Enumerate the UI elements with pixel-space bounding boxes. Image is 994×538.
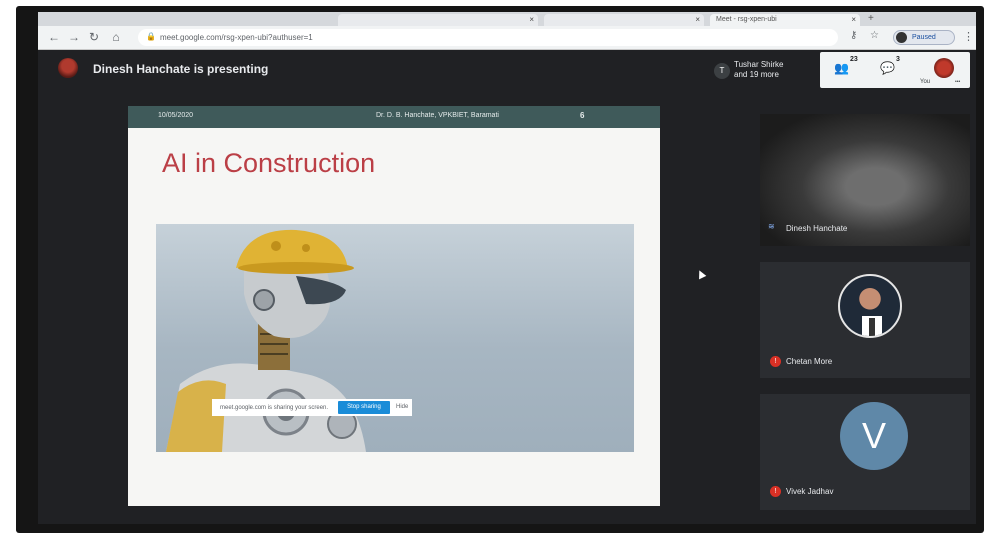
speaking-icon: ≋ (768, 222, 775, 231)
mic-off-icon: ! (770, 356, 781, 367)
avatar (838, 274, 902, 338)
mic-off-icon: ! (770, 486, 781, 497)
tab-title: Meet - rsg-xpen-ubi (716, 16, 777, 23)
address-bar[interactable]: 🔒 meet.google.com/rsg-xpen-ubi?authuser=… (138, 29, 838, 46)
meet-controls: 👥 23 💬 3 You ••• (820, 52, 970, 88)
profile-label: Paused (912, 34, 936, 41)
participant-tile[interactable]: ≋ Dinesh Hanchate (760, 114, 970, 246)
slide-author: Dr. D. B. Hanchate, VPKBIET, Baramati (376, 112, 499, 119)
participants-line2: and 19 more (734, 70, 779, 79)
star-icon[interactable]: ☆ (870, 30, 879, 41)
screen-share-bar: meet.google.com is sharing your screen. … (212, 399, 412, 416)
key-icon[interactable]: ⚷ (850, 30, 857, 41)
slide-date: 10/05/2020 (158, 112, 194, 119)
back-icon[interactable]: ← (46, 29, 62, 45)
participant-name: Chetan More (786, 357, 833, 366)
reload-icon[interactable]: ↻ (86, 29, 102, 45)
new-tab-icon[interactable]: + (868, 13, 874, 24)
slide-number: 6 (580, 111, 585, 120)
meet-window: Dinesh Hanchate is presenting T Tushar S… (38, 50, 976, 524)
you-label: You (920, 79, 931, 85)
avatar: V (840, 402, 908, 470)
robot-image (156, 224, 634, 452)
stop-sharing-button[interactable]: Stop sharing (338, 401, 390, 414)
close-icon[interactable]: × (529, 15, 534, 24)
forward-icon[interactable]: → (66, 29, 82, 45)
mouse-cursor (695, 268, 707, 280)
participants-line1: Tushar Shirke (734, 60, 784, 69)
tab-strip: × × Meet - rsg-xpen-ubi × + (38, 12, 976, 26)
menu-icon[interactable]: ⋮ (963, 30, 974, 43)
url-text: meet.google.com/rsg-xpen-ubi?authuser=1 (160, 33, 313, 42)
browser-toolbar: ← → ↻ ⌂ 🔒 meet.google.com/rsg-xpen-ubi?a… (38, 26, 976, 50)
browser-tab[interactable]: × (544, 14, 704, 26)
people-icon[interactable]: 👥 (834, 61, 849, 75)
participant-avatar: T (714, 63, 730, 79)
participant-tile[interactable]: V ! Vivek Jadhav (760, 394, 970, 510)
presentation-slide: 10/05/2020 Dr. D. B. Hanchate, VPKBIET, … (128, 106, 660, 506)
home-icon[interactable]: ⌂ (108, 29, 124, 45)
participant-tile[interactable]: ! Chetan More (760, 262, 970, 378)
hide-button[interactable]: Hide (396, 404, 408, 410)
browser-tab-active[interactable]: Meet - rsg-xpen-ubi × (710, 14, 860, 26)
slide-header: 10/05/2020 Dr. D. B. Hanchate, VPKBIET, … (128, 106, 660, 128)
more-icon[interactable]: ••• (955, 79, 960, 85)
chat-count: 3 (896, 56, 900, 63)
participant-name: Vivek Jadhav (786, 487, 834, 496)
avatar-tie (869, 318, 875, 336)
slide-title: AI in Construction (162, 148, 376, 178)
browser-tab[interactable]: × (338, 14, 538, 26)
people-count: 23 (850, 56, 858, 63)
profile-button[interactable]: Paused (893, 30, 955, 45)
avatar (896, 32, 907, 43)
self-avatar[interactable] (934, 58, 954, 78)
close-icon[interactable]: × (695, 15, 700, 24)
presenter-avatar (58, 58, 78, 78)
share-notice: meet.google.com is sharing your screen. (220, 405, 329, 411)
presenting-text: Dinesh Hanchate is presenting (93, 62, 269, 76)
monitor-frame: × × Meet - rsg-xpen-ubi × + ← → ↻ ⌂ 🔒 me… (16, 6, 984, 533)
screen: × × Meet - rsg-xpen-ubi × + ← → ↻ ⌂ 🔒 me… (38, 12, 976, 524)
chat-icon[interactable]: 💬 (880, 61, 895, 75)
participants-summary[interactable]: Tushar Shirke and 19 more (734, 60, 784, 80)
lock-icon: 🔒 (146, 32, 156, 41)
close-icon[interactable]: × (851, 15, 856, 24)
participant-name: Dinesh Hanchate (786, 224, 848, 233)
